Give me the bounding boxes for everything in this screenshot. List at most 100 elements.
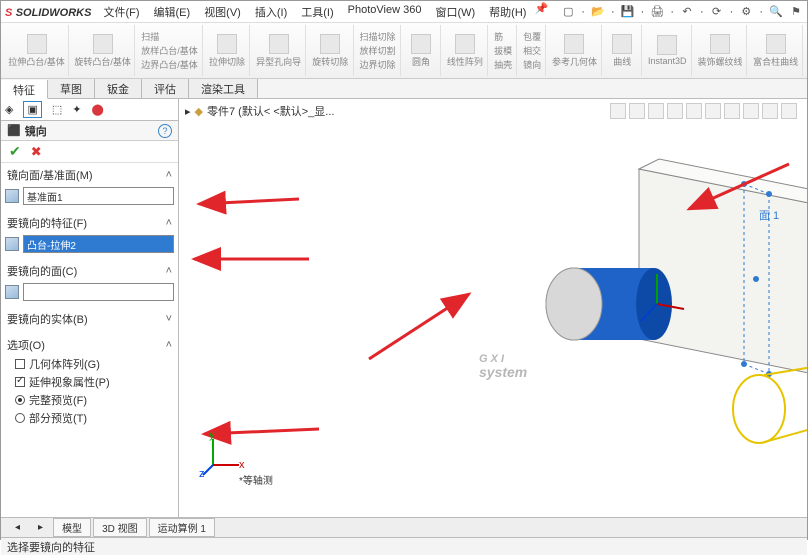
menu-help[interactable]: 帮助(H) xyxy=(483,2,532,22)
hide-show-icon[interactable] xyxy=(724,103,740,119)
ribbon-intersect[interactable]: 相交 xyxy=(523,44,541,57)
ribbon-curves[interactable]: 曲线 xyxy=(604,25,642,76)
menu-file[interactable]: 文件(F) xyxy=(97,2,145,22)
menu-edit[interactable]: 编辑(E) xyxy=(148,2,197,22)
ribbon-shell[interactable]: 抽壳 xyxy=(494,58,512,71)
ribbon-revolve-boss[interactable]: 旋转凸台/基体 xyxy=(71,25,135,76)
tab-render[interactable]: 渲染工具 xyxy=(189,79,258,98)
opt-full-preview[interactable]: 完整预览(F) xyxy=(5,391,174,409)
ok-button[interactable]: ✔ xyxy=(9,143,21,160)
print-icon[interactable]: 🖨 xyxy=(650,5,664,19)
view-settings-icon[interactable] xyxy=(781,103,797,119)
ref-geom-icon xyxy=(564,34,584,54)
config-mgr-icon[interactable]: ⬚ xyxy=(52,103,62,116)
ribbon-composite[interactable]: 富合柱曲线 xyxy=(749,25,803,76)
menu-tools[interactable]: 工具(I) xyxy=(295,2,339,22)
main-menu: 文件(F) 编辑(E) 视图(V) 插入(I) 工具(I) PhotoView … xyxy=(97,2,548,22)
bottab-next[interactable]: ▸ xyxy=(30,521,51,534)
title-right-tools: ▢· 📂· 💾· 🖨· ↶· ⟳· ⚙· 🔍 ⚑ xyxy=(561,5,803,19)
section-faces: 要镜向的面(C)˄ xyxy=(5,261,174,303)
new-icon[interactable]: ▢ xyxy=(561,5,575,19)
tab-evaluate[interactable]: 评估 xyxy=(142,79,189,98)
bottab-model[interactable]: 模型 xyxy=(53,518,91,537)
edit-appearance-icon[interactable] xyxy=(743,103,759,119)
feature-tree-icon[interactable]: ◈ xyxy=(5,103,13,116)
mirror-plane-field[interactable] xyxy=(23,187,174,205)
heads-up-toolbar xyxy=(610,103,797,119)
opt-partial-preview[interactable]: 部分预览(T) xyxy=(5,409,174,427)
apply-scene-icon[interactable] xyxy=(762,103,778,119)
undo-icon[interactable]: ↶ xyxy=(680,5,694,19)
breadcrumb-text: 零件7 (默认< <默认>_显... xyxy=(207,103,334,119)
ribbon-fillet[interactable]: 圆角 xyxy=(403,25,441,76)
opt-propagate-visual[interactable]: 延伸视象属性(P) xyxy=(5,373,174,391)
svg-text:z: z xyxy=(199,468,205,477)
breadcrumb-expand-icon[interactable]: ▸ xyxy=(185,105,191,118)
panel-tab-icons: ◈ ▣ ⬚ ✦ ⬤ xyxy=(1,99,178,121)
breadcrumb[interactable]: ▸ ◆ 零件7 (默认< <默认>_显... xyxy=(185,103,334,119)
ribbon-hole-wizard[interactable]: 异型孔向导 xyxy=(252,25,306,76)
menu-window[interactable]: 窗口(W) xyxy=(429,2,481,22)
section-bodies-header[interactable]: 要镜向的实体(B)˅ xyxy=(5,309,174,329)
ribbon-ref-geom[interactable]: 参考几何体 xyxy=(548,25,602,76)
ribbon-extrude-boss[interactable]: 拉伸凸台/基体 xyxy=(5,25,69,76)
ribbon-loft-cut[interactable]: 放样切割 xyxy=(360,44,396,57)
rebuild-icon[interactable]: ⟳ xyxy=(710,5,724,19)
ribbon-sweep-cut[interactable]: 扫描切除 xyxy=(360,30,396,43)
ribbon-extrude-cut[interactable]: 拉伸切除 xyxy=(205,25,251,76)
cancel-button[interactable]: ✖ xyxy=(31,144,42,160)
svg-text:x: x xyxy=(239,459,245,471)
save-icon[interactable]: 💾 xyxy=(621,5,635,19)
ribbon-boundary-cut[interactable]: 边界切除 xyxy=(360,58,396,71)
property-mgr-icon[interactable]: ▣ xyxy=(23,101,41,118)
ribbon-linear-pattern[interactable]: 线性阵列 xyxy=(443,25,489,76)
checkbox-checked-icon xyxy=(15,377,25,387)
flag-icon[interactable]: ⚑ xyxy=(789,5,803,19)
opt-geometry-pattern[interactable]: 几何体阵列(G) xyxy=(5,355,174,373)
section-faces-header[interactable]: 要镜向的面(C)˄ xyxy=(5,261,174,281)
menu-insert[interactable]: 插入(I) xyxy=(249,2,293,22)
section-bodies: 要镜向的实体(B)˅ xyxy=(5,309,174,329)
open-icon[interactable]: 📂 xyxy=(591,5,605,19)
dimxpert-icon[interactable]: ✦ xyxy=(72,103,81,116)
display-mgr-icon[interactable]: ⬤ xyxy=(92,103,104,116)
ribbon-instant3d[interactable]: Instant3D xyxy=(644,25,692,76)
ribbon-revolve-cut[interactable]: 旋转切除 xyxy=(308,25,354,76)
ribbon-mirror[interactable]: 镜向 xyxy=(523,58,541,71)
section-features-header[interactable]: 要镜向的特征(F)˄ xyxy=(5,213,174,233)
faces-field[interactable] xyxy=(23,283,174,301)
orientation-triad[interactable]: y x z xyxy=(199,431,245,477)
part-icon: ◆ xyxy=(195,105,203,118)
bottab-motion[interactable]: 运动算例 1 xyxy=(149,518,215,537)
ribbon-thread[interactable]: 装饰螺纹线 xyxy=(694,25,748,76)
extrude-boss-icon xyxy=(27,34,47,54)
ribbon-boundary-boss[interactable]: 边界凸台/基体 xyxy=(141,58,198,71)
section-view-icon[interactable] xyxy=(667,103,683,119)
menu-pv360[interactable]: PhotoView 360 xyxy=(342,2,428,22)
view-orient-icon[interactable] xyxy=(686,103,702,119)
bottab-prev[interactable]: ◂ xyxy=(7,521,28,534)
display-style-icon[interactable] xyxy=(705,103,721,119)
tab-sketch[interactable]: 草图 xyxy=(48,79,95,98)
options-icon[interactable]: ⚙ xyxy=(739,5,753,19)
tab-sheetmetal[interactable]: 钣金 xyxy=(95,79,142,98)
ribbon-draft[interactable]: 拔模 xyxy=(494,44,512,57)
zoom-area-icon[interactable] xyxy=(629,103,645,119)
bottab-3dview[interactable]: 3D 视图 xyxy=(93,518,147,537)
ribbon-loft-boss[interactable]: 放样凸台/基体 xyxy=(141,44,198,57)
menu-view[interactable]: 视图(V) xyxy=(198,2,247,22)
ribbon-wrap[interactable]: 包覆 xyxy=(523,30,541,43)
section-options-header[interactable]: 选项(O)˄ xyxy=(5,335,174,355)
help-icon[interactable]: ? xyxy=(158,124,172,138)
prev-view-icon[interactable] xyxy=(648,103,664,119)
ribbon-rib[interactable]: 筋 xyxy=(494,30,512,43)
ribbon-sweep[interactable]: 扫描 xyxy=(141,30,198,43)
instant3d-icon xyxy=(657,35,677,55)
graphics-viewport[interactable]: ▸ ◆ 零件7 (默认< <默认>_显... G X Isystem xyxy=(179,99,807,517)
search-icon[interactable]: 🔍 xyxy=(769,5,783,19)
section-mirror-plane-header[interactable]: 镜向面/基准面(M)˄ xyxy=(5,165,174,185)
tab-features[interactable]: 特征 xyxy=(1,80,48,99)
pin-icon[interactable]: 📌 xyxy=(534,2,548,16)
features-field[interactable] xyxy=(23,235,174,253)
zoom-fit-icon[interactable] xyxy=(610,103,626,119)
